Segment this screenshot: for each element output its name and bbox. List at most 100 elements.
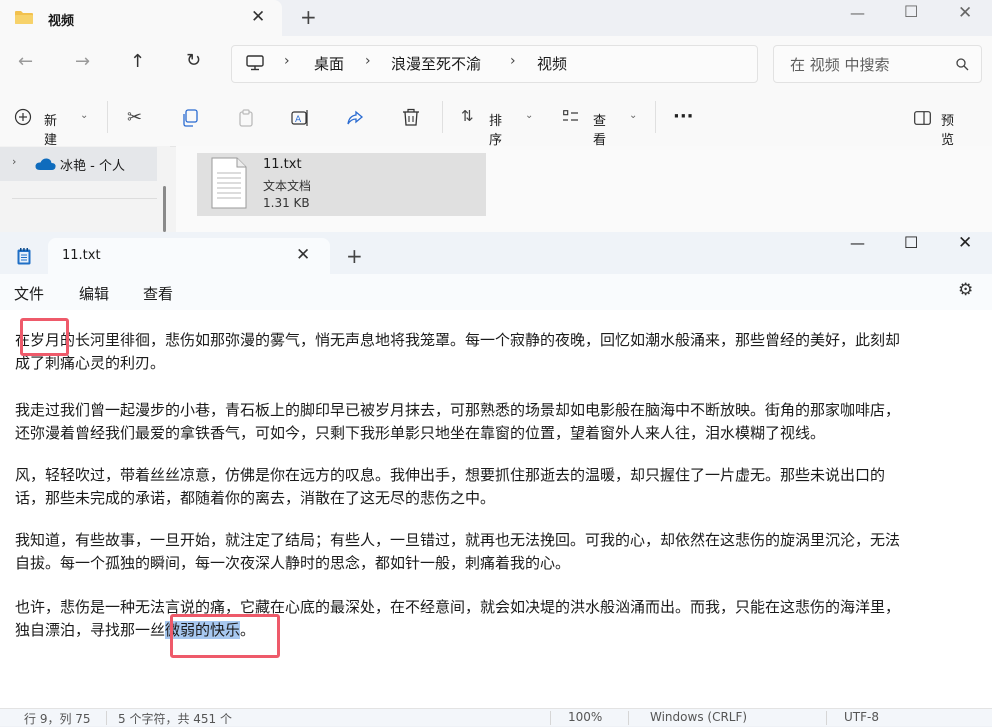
paragraph: 我知道，有些故事，一旦开始，就注定了结局；有些人，一旦错过，就再也无法挽回。可我… — [15, 529, 992, 575]
file-size: 1.31 KB — [263, 196, 310, 210]
text-line: 还弥漫着曾经我们最爱的拿铁香气，可如今，只剩下我形单影只地坐在靠窗的位置，望着窗… — [15, 424, 826, 442]
chevron-right-icon: › — [12, 155, 17, 168]
status-divider — [826, 711, 827, 725]
paragraph: 我走过我们曾一起漫步的小巷，青石板上的脚印早已被岁月抹去，可那熟悉的场景却如电影… — [15, 399, 992, 445]
toolbar-divider — [655, 101, 656, 133]
nav-item-label: 冰艳 - 个人 — [60, 159, 125, 174]
chevron-down-icon: ⌄ — [80, 110, 89, 121]
preview-pane-icon — [914, 111, 931, 125]
status-divider — [628, 711, 629, 725]
status-divider — [106, 711, 107, 725]
menu-file[interactable]: 文件 — [14, 283, 44, 304]
text-editor[interactable]: 在岁月的长河里徘徊，悲伤如那弥漫的雾气，悄无声息地将我笼罩。每一个寂静的夜晚，回… — [0, 310, 992, 708]
file-explorer-window: 视频 ✕ + — ☐ ✕ ← → ↑ ↻ › 桌面 › 浪漫至死不渝 › 视频 … — [0, 0, 992, 232]
notepad-tab[interactable]: 11.txt ✕ — [48, 238, 330, 274]
chevron-right-icon: › — [510, 53, 516, 69]
view-list-icon — [563, 110, 578, 121]
text-before-selection: 独自漂泊，寻找那一丝 — [15, 621, 166, 639]
minimize-button[interactable]: — — [850, 234, 865, 252]
breadcrumb-folder[interactable]: 浪漫至死不渝 — [391, 53, 481, 74]
new-tab-button[interactable]: + — [300, 5, 317, 29]
minimize-button[interactable]: — — [850, 4, 865, 22]
file-type: 文本文档 — [263, 179, 312, 193]
close-window-button[interactable]: ✕ — [958, 233, 972, 253]
new-tab-button[interactable]: + — [346, 244, 363, 268]
svg-text:A: A — [295, 115, 302, 125]
status-divider — [550, 711, 551, 725]
text-line: 成了刺痛心灵的利刃。 — [15, 354, 166, 372]
nav-item-onedrive[interactable]: › 冰艳 - 个人 — [0, 147, 157, 181]
search-input[interactable]: 在 视频 中搜索 — [773, 45, 982, 83]
paragraph: 在岁月的长河里徘徊，悲伤如那弥漫的雾气，悄无声息地将我笼罩。每一个寂静的夜晚，回… — [15, 329, 992, 375]
nav-scrollbar[interactable] — [163, 186, 166, 232]
close-tab-icon[interactable]: ✕ — [296, 245, 310, 265]
explorer-tab[interactable]: 视频 ✕ — [0, 0, 282, 36]
computer-icon — [246, 55, 264, 71]
menu-edit[interactable]: 编辑 — [79, 283, 109, 304]
chevron-right-icon: › — [284, 53, 290, 69]
copy-icon[interactable] — [181, 109, 199, 127]
preview-button-label: 预览 — [941, 114, 955, 148]
chevron-right-icon: › — [365, 53, 371, 69]
more-options-button[interactable]: ··· — [673, 106, 694, 127]
breadcrumb-desktop[interactable]: 桌面 — [314, 53, 344, 74]
rename-icon[interactable]: A — [291, 109, 309, 127]
close-tab-icon[interactable]: ✕ — [251, 7, 265, 27]
notepad-menubar: 文件 编辑 查看 ⚙ — [0, 274, 992, 310]
text-line: 在岁月的长河里徘徊，悲伤如那弥漫的雾气，悄无声息地将我笼罩。每一个寂静的夜晚，回… — [15, 331, 901, 349]
back-arrow-icon[interactable]: ← — [18, 51, 33, 72]
address-bar[interactable]: › 桌面 › 浪漫至死不渝 › 视频 — [231, 45, 758, 83]
nav-divider — [12, 198, 157, 199]
notepad-app-icon — [17, 248, 31, 265]
maximize-button[interactable]: ☐ — [904, 2, 918, 21]
plus-circle-icon — [14, 108, 32, 126]
toolbar-divider — [107, 101, 108, 133]
delete-icon[interactable] — [402, 108, 420, 127]
cut-icon[interactable]: ✂ — [127, 107, 142, 128]
highlight-box-selection — [170, 614, 280, 658]
view-button-label: 查看 — [593, 114, 607, 148]
text-line: 我知道，有些故事，一旦开始，就注定了结局；有些人，一旦错过，就再也无法挽回。可我… — [15, 531, 901, 549]
text-line: 也许，悲伤是一种无法言说的痛，它藏在心底的最深处，在不经意间，就会如决堤的洪水般… — [15, 598, 901, 616]
notepad-window: 11.txt ✕ + — ☐ ✕ 文件 编辑 查看 ⚙ 在岁月的长河里徘徊，悲伤… — [0, 232, 992, 726]
sort-button-label: 排序 — [489, 114, 503, 148]
search-icon — [956, 58, 969, 71]
search-placeholder: 在 视频 中搜索 — [790, 56, 890, 74]
chevron-down-icon: ⌄ — [525, 110, 534, 121]
text-line: 独自漂泊，寻找那一丝微弱的快乐。 — [15, 619, 992, 642]
status-cursor-position: 行 9，列 75 — [24, 712, 91, 726]
explorer-tab-title: 视频 — [48, 14, 75, 29]
text-line: 话，那些未完成的承诺，都随着你的离去，消散在了这无尽的悲伤之中。 — [15, 489, 496, 507]
paragraph: 也许，悲伤是一种无法言说的痛，它藏在心底的最深处，在不经意间，就会如决堤的洪水般… — [15, 596, 992, 642]
status-encoding[interactable]: UTF-8 — [844, 710, 879, 724]
menu-view[interactable]: 查看 — [143, 283, 173, 304]
status-bar: 行 9，列 75 5 个字符，共 451 个 100% Windows (CRL… — [0, 708, 992, 726]
file-name: 11.txt — [263, 157, 302, 172]
new-button-label: 新建 — [44, 114, 58, 148]
breadcrumb-videos[interactable]: 视频 — [537, 53, 567, 74]
maximize-button[interactable]: ☐ — [904, 233, 918, 252]
up-arrow-icon[interactable]: ↑ — [130, 51, 145, 72]
text-document-icon — [211, 157, 247, 209]
status-line-ending[interactable]: Windows (CRLF) — [650, 710, 747, 724]
notepad-tab-title: 11.txt — [62, 248, 101, 263]
toolbar-divider — [442, 101, 443, 133]
status-zoom[interactable]: 100% — [568, 710, 602, 724]
sort-icon: ⇅ — [461, 107, 474, 125]
text-line: 风，轻轻吹过，带着丝丝凉意，仿佛是你在远方的叹息。我伸出手，想要抓住那逝去的温暖… — [15, 466, 886, 484]
refresh-icon[interactable]: ↻ — [186, 50, 201, 71]
close-window-button[interactable]: ✕ — [958, 3, 972, 23]
onedrive-cloud-icon — [35, 158, 56, 170]
file-item-11txt[interactable]: 11.txt 文本文档 1.31 KB — [197, 153, 486, 216]
paste-icon[interactable] — [237, 109, 255, 127]
settings-gear-icon[interactable]: ⚙ — [958, 280, 973, 300]
folder-icon — [15, 11, 33, 24]
status-selection: 5 个字符，共 451 个 — [118, 712, 232, 726]
chevron-down-icon: ⌄ — [629, 110, 638, 121]
share-icon[interactable] — [346, 109, 364, 127]
paragraph: 风，轻轻吹过，带着丝丝凉意，仿佛是你在远方的叹息。我伸出手，想要抓住那逝去的温暖… — [15, 464, 992, 510]
forward-arrow-icon[interactable]: → — [75, 51, 90, 72]
highlight-box-start — [20, 318, 69, 356]
text-line: 我走过我们曾一起漫步的小巷，青石板上的脚印早已被岁月抹去，可那熟悉的场景却如电影… — [15, 401, 901, 419]
text-line: 自拔。每一个孤独的瞬间，每一次夜深人静时的思念，都如针一般，刺痛着我的心。 — [15, 554, 571, 572]
